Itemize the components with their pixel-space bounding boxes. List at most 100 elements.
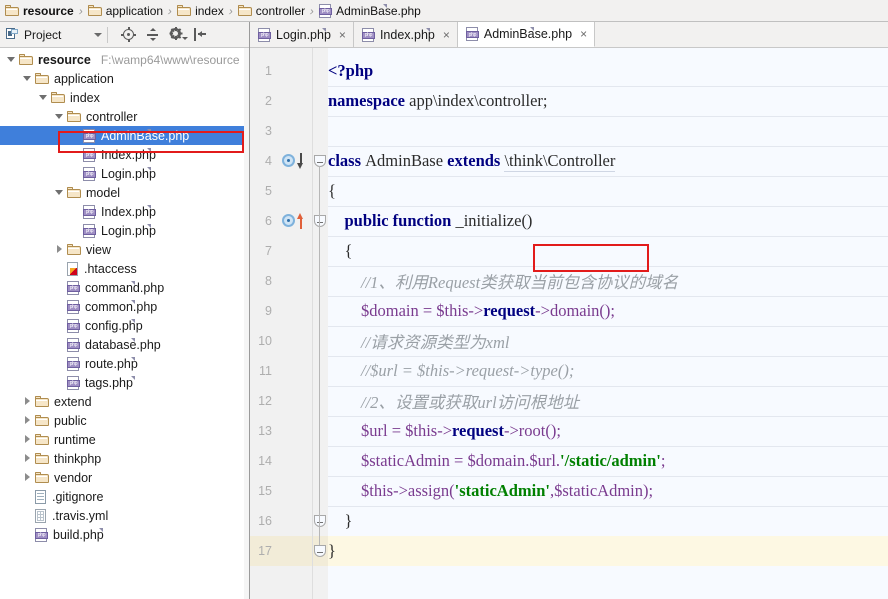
code-token: namespace xyxy=(328,91,410,110)
code-line[interactable]: <?php xyxy=(328,56,888,86)
tree-item[interactable]: php build.php xyxy=(0,525,244,544)
php-file-icon: php xyxy=(67,375,135,390)
tree-item[interactable]: php Index.php xyxy=(0,202,244,221)
tree-item[interactable]: .htaccess xyxy=(0,259,244,278)
tree-item[interactable]: php database.php xyxy=(0,335,244,354)
code-line[interactable]: { xyxy=(328,236,888,266)
breadcrumb-item-resource[interactable]: resource xyxy=(5,4,74,18)
chevron-right-icon[interactable] xyxy=(22,453,33,464)
chevron-right-icon[interactable] xyxy=(22,396,33,407)
code-token: { xyxy=(328,241,353,260)
tree-item[interactable]: view xyxy=(0,240,244,259)
chevron-right-icon[interactable] xyxy=(22,434,33,445)
tree-item[interactable]: thinkphp xyxy=(0,449,244,468)
overriding-method-marker[interactable] xyxy=(282,213,308,229)
locate-in-tree-icon[interactable] xyxy=(121,27,137,42)
code-line[interactable]: namespace app\index\controller; xyxy=(328,86,888,116)
line-number-value: 12 xyxy=(258,394,272,408)
code-line[interactable]: class AdminBase extends \think\Controlle… xyxy=(328,146,888,176)
tree-item-label: extend xyxy=(54,394,92,409)
code-line[interactable]: $url = $this-> request ->root(); xyxy=(328,416,888,446)
breadcrumb-separator: › xyxy=(308,3,316,18)
line-number: 9 xyxy=(250,296,328,326)
code-line[interactable]: //请求资源类型为xml xyxy=(328,326,888,356)
tree-item[interactable]: .travis.yml xyxy=(0,506,244,525)
tree-item[interactable]: php tags.php xyxy=(0,373,244,392)
editor-tab[interactable]: php Index.php × xyxy=(353,22,458,47)
code-line[interactable]: $staticAdmin = $domain.$url. '/static/adm… xyxy=(328,446,888,476)
editor-tab[interactable]: php Login.php × xyxy=(250,22,354,47)
project-view-selector[interactable]: Project xyxy=(0,28,103,42)
tree-item[interactable]: php command.php xyxy=(0,278,244,297)
editor-tab-active[interactable]: php AdminBase.php × xyxy=(457,22,596,47)
tree-item[interactable]: resource F:\wamp64\www\resource xyxy=(0,50,244,69)
chevron-right-icon[interactable] xyxy=(54,244,65,255)
tree-item[interactable]: runtime xyxy=(0,430,244,449)
line-number: 1 xyxy=(250,56,328,86)
line-number-value: 9 xyxy=(265,304,272,318)
chevron-down-icon[interactable] xyxy=(54,111,65,122)
breadcrumb-item-label: resource xyxy=(23,3,74,18)
tree-item[interactable]: php route.php xyxy=(0,354,244,373)
tree-item-label: build.php xyxy=(53,527,104,542)
collapse-all-icon[interactable] xyxy=(145,27,160,42)
code-token: $this->assign( xyxy=(328,481,455,500)
code-line[interactable]: $domain = $this-> request ->domain(); xyxy=(328,296,888,326)
overridden-method-marker[interactable] xyxy=(282,153,308,169)
code-editor[interactable]: 1 2 3 4 5 6 7 8 9 10 11 12 13 14 15 16 17 <?php namespace… xyxy=(250,48,888,599)
chevron-down-icon[interactable] xyxy=(22,73,33,84)
breadcrumb-item-controller[interactable]: controller xyxy=(237,4,305,18)
chevron-down-icon[interactable] xyxy=(54,187,65,198)
code-content[interactable]: <?php namespace app\index\controller; clas… xyxy=(328,48,888,599)
code-token: extends xyxy=(447,151,505,170)
code-line[interactable] xyxy=(328,116,888,146)
breadcrumb-item-index[interactable]: index xyxy=(177,4,224,18)
code-token: $url = $this-> xyxy=(328,421,453,440)
breadcrumb-item-application[interactable]: application xyxy=(87,4,163,18)
code-line[interactable]: //1、利用Request类获取当前包含协议的域名 xyxy=(328,266,888,296)
code-line[interactable]: } xyxy=(328,506,888,536)
chevron-right-icon[interactable] xyxy=(22,472,33,483)
breadcrumb-item-adminbase-php[interactable]: php AdminBase.php xyxy=(319,3,421,18)
settings-gear-icon[interactable] xyxy=(169,27,189,42)
tree-item[interactable]: php common.php xyxy=(0,297,244,316)
code-line[interactable]: } xyxy=(328,536,888,566)
project-tree[interactable]: resource F:\wamp64\www\resource applicatio… xyxy=(0,48,244,599)
code-token: AdminBase xyxy=(365,151,448,170)
tree-item[interactable]: php Index.php xyxy=(0,145,244,164)
tree-item[interactable]: php config.php xyxy=(0,316,244,335)
php-file-icon: php xyxy=(67,337,135,352)
tree-item-label: model xyxy=(86,185,121,200)
close-icon[interactable]: × xyxy=(580,27,587,41)
close-icon[interactable]: × xyxy=(339,28,346,42)
chevron-down-icon[interactable] xyxy=(94,32,103,37)
tree-item[interactable]: php Login.php xyxy=(0,221,244,240)
tree-item[interactable]: controller xyxy=(0,107,244,126)
tree-item[interactable]: application xyxy=(0,69,244,88)
tree-item[interactable]: extend xyxy=(0,392,244,411)
code-line[interactable]: //$url = $this->request->type(); xyxy=(328,356,888,386)
tree-item[interactable]: index xyxy=(0,88,244,107)
tree-item[interactable]: .gitignore xyxy=(0,487,244,506)
tree-item-selected[interactable]: php AdminBase.php xyxy=(0,126,244,145)
line-number: 3 xyxy=(250,116,328,146)
code-token: { xyxy=(328,181,336,200)
tree-item[interactable]: php Login.php xyxy=(0,164,244,183)
tree-item[interactable]: public xyxy=(0,411,244,430)
close-icon[interactable]: × xyxy=(443,28,450,42)
tree-item[interactable]: vendor xyxy=(0,468,244,487)
chevron-down-icon[interactable] xyxy=(38,92,49,103)
code-line[interactable]: public function _initialize() xyxy=(328,206,888,236)
code-token: $staticAdmin = $domain.$url. xyxy=(328,451,561,470)
chevron-down-icon[interactable] xyxy=(6,54,17,65)
line-number-value: 6 xyxy=(265,214,272,228)
chevron-right-icon[interactable] xyxy=(22,415,33,426)
folder-icon xyxy=(35,472,49,483)
tree-item[interactable]: model xyxy=(0,183,244,202)
code-line[interactable]: $this->assign('staticAdmin' ,$staticAdmin… xyxy=(328,476,888,506)
code-line[interactable]: { xyxy=(328,176,888,206)
php-file-icon: php xyxy=(67,356,135,371)
hide-panel-icon[interactable] xyxy=(193,27,208,42)
code-line[interactable]: //2、设置或获取url访问根地址 xyxy=(328,386,888,416)
